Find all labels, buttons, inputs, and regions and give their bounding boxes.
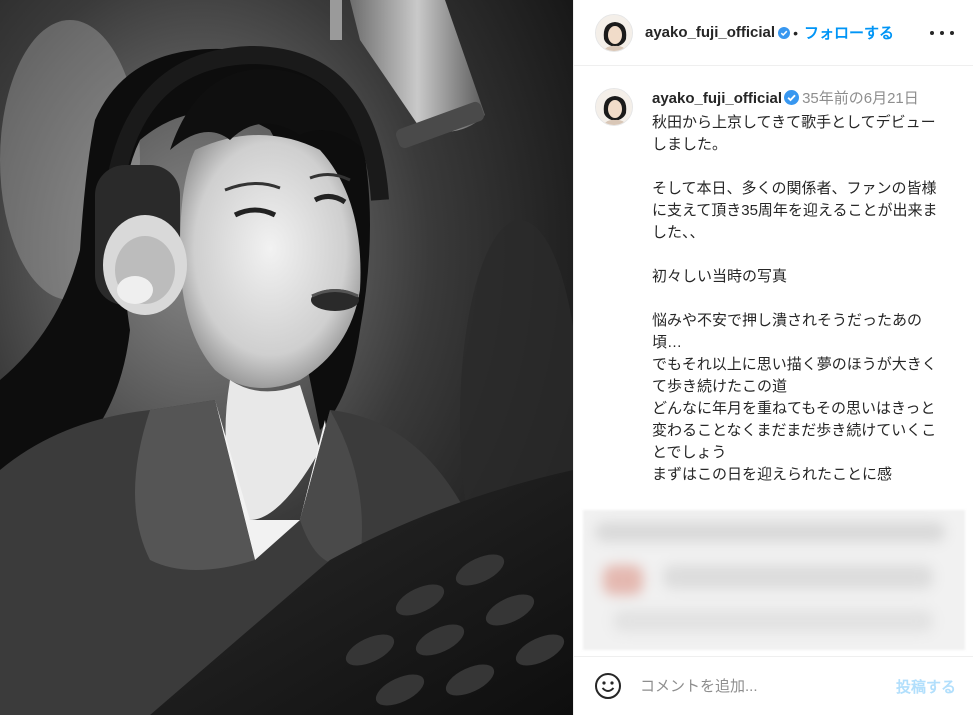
blurred-comments — [583, 510, 965, 650]
caption: ayako_fuji_official 35年前の6月21日 秋田から上京してきて… — [595, 88, 955, 486]
verified-badge-icon — [784, 90, 800, 112]
post-comment-button[interactable]: 投稿する — [896, 676, 956, 697]
caption-scroll-area[interactable]: ayako_fuji_official 35年前の6月21日 秋田から上京してきて… — [574, 67, 973, 497]
post-side-panel: ayako_fuji_official • フォローする ayako_fuji_… — [573, 0, 973, 715]
caption-avatar[interactable] — [595, 88, 633, 126]
caption-body: 秋田から上京してきて歌手としてデビューしました。 そして本日、多くの関係者、ファ… — [652, 114, 938, 483]
verified-badge-icon — [778, 26, 791, 39]
post-photo-image — [0, 0, 573, 715]
caption-username[interactable]: ayako_fuji_official — [652, 90, 782, 107]
comment-bar: 投稿する — [574, 656, 973, 715]
separator-dot: • — [793, 24, 798, 41]
caption-timestamp: 35年前の6月21日 — [802, 90, 919, 107]
more-options-icon[interactable] — [930, 22, 954, 44]
caption-text: ayako_fuji_official 35年前の6月21日 秋田から上京してきて… — [652, 88, 948, 486]
emoji-icon[interactable] — [594, 672, 622, 700]
avatar[interactable] — [595, 13, 633, 52]
comment-input[interactable] — [640, 677, 880, 695]
username[interactable]: ayako_fuji_official — [645, 24, 775, 41]
follow-button[interactable]: フォローする — [804, 22, 894, 43]
post-photo[interactable] — [0, 0, 573, 715]
post-header: ayako_fuji_official • フォローする — [574, 0, 973, 66]
